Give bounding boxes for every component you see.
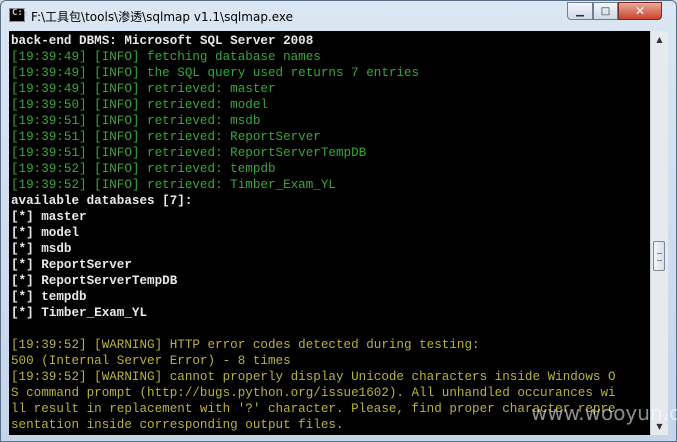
scroll-up-icon: ▲ — [656, 35, 663, 44]
close-button[interactable]: ✕ — [618, 2, 662, 20]
console-line: [*] master — [11, 210, 87, 224]
console-line: [*] Timber_Exam_YL — [11, 306, 148, 320]
console-line: 500 (Internal Server Error) - 8 times — [11, 354, 291, 368]
maximize-icon: □ — [600, 5, 611, 17]
console-line: [19:39:49] [INFO] fetching database name… — [11, 50, 321, 64]
console-line: [*] model — [11, 226, 80, 240]
console-line: [19:39:52] [INFO] retrieved: Timber_Exam… — [11, 178, 336, 192]
console-app-icon[interactable]: C:\ — [9, 8, 29, 22]
console-window: C:\ F:\工具包\tools\渗透\sqlmap v1.1\sqlmap.e… — [0, 0, 677, 442]
console-line: [19:39:51] [INFO] retrieved: ReportServe… — [11, 130, 321, 144]
vertical-scrollbar[interactable]: ▲ ▼ — [650, 31, 668, 435]
title-bar[interactable]: C:\ F:\工具包\tools\渗透\sqlmap v1.1\sqlmap.e… — [1, 1, 676, 31]
console-line: [19:39:50] [INFO] retrieved: model — [11, 98, 268, 112]
console-line: [19:39:52] [WARNING] HTTP error codes de… — [11, 338, 480, 352]
console-line: sentation inside corresponding output fi… — [11, 418, 344, 432]
minimize-button[interactable]: ▁ — [567, 2, 593, 20]
close-icon: ✕ — [634, 4, 646, 18]
console-line: ll result in replacement with '?' charac… — [11, 402, 616, 416]
console-line: [19:39:51] [INFO] retrieved: msdb — [11, 114, 261, 128]
console-line: available databases [7]: — [11, 194, 193, 208]
console-line: [*] ReportServer — [11, 258, 132, 272]
console-app-icon-label: C:\ — [12, 8, 29, 18]
console-line: [*] msdb — [11, 242, 72, 256]
window-title: F:\工具包\tools\渗透\sqlmap v1.1\sqlmap.exe — [31, 10, 294, 24]
console-lines: back-end DBMS: Microsoft SQL Server 2008… — [11, 33, 616, 433]
watermark: www.wooyun.org — [531, 401, 677, 425]
console-line: [19:39:51] [INFO] retrieved: ReportServe… — [11, 146, 367, 160]
console-line: [*] tempdb — [11, 290, 87, 304]
console-line: [19:39:49] [INFO] retrieved: master — [11, 82, 276, 96]
maximize-button[interactable]: □ — [593, 2, 618, 20]
console-line: S command prompt (http://bugs.python.org… — [11, 386, 616, 400]
console-line: [*] ReportServerTempDB — [11, 274, 178, 288]
console-line: [19:39:49] [INFO] the SQL query used ret… — [11, 66, 420, 80]
console-line: back-end DBMS: Microsoft SQL Server 2008 — [11, 34, 314, 48]
scroll-up-button[interactable]: ▲ — [651, 31, 668, 48]
minimize-icon: ▁ — [576, 5, 584, 17]
console-line: [19:39:52] [INFO] retrieved: tempdb — [11, 162, 276, 176]
scrollbar-thumb[interactable] — [653, 241, 665, 271]
console-line: [19:39:52] [WARNING] cannot properly dis… — [11, 370, 616, 384]
console-output[interactable]: back-end DBMS: Microsoft SQL Server 2008… — [9, 31, 650, 435]
